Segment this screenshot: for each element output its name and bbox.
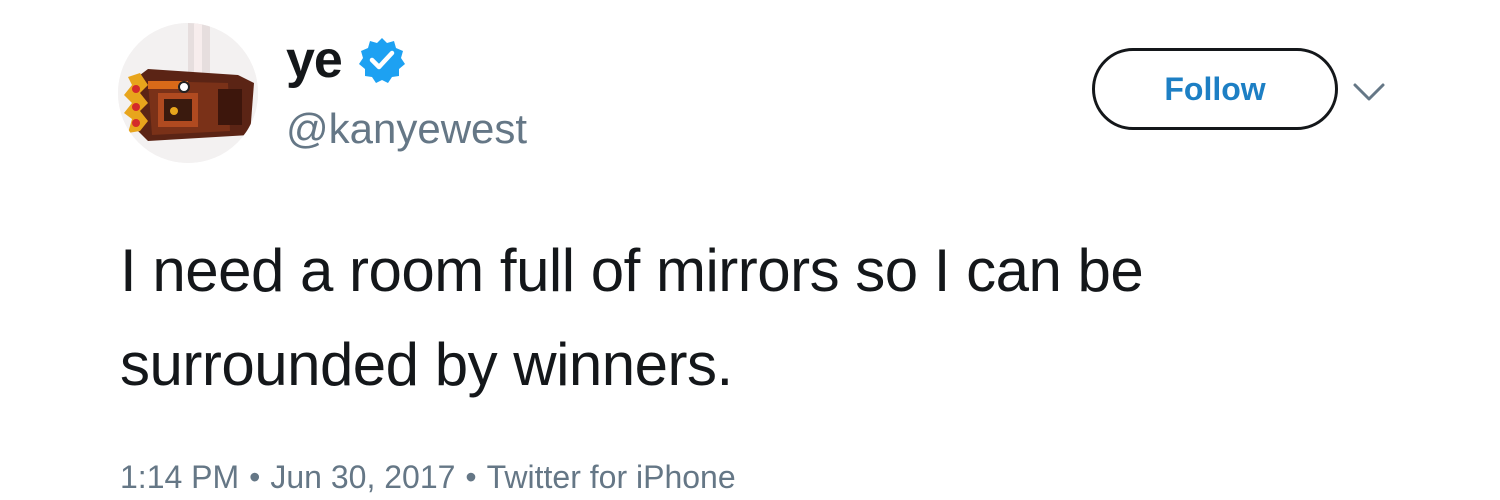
tweet-time[interactable]: 1:14 PM: [120, 459, 239, 495]
verified-badge-icon: [358, 36, 406, 84]
display-name[interactable]: ye: [286, 34, 343, 86]
avatar[interactable]: [118, 23, 258, 163]
tweet-text: I need a room full of mirrors so I can b…: [120, 237, 1144, 398]
chevron-down-icon[interactable]: [1352, 80, 1386, 104]
tweet-date[interactable]: Jun 30, 2017: [270, 459, 455, 495]
display-name-row: ye: [286, 26, 406, 94]
tweet-source[interactable]: Twitter for iPhone: [487, 459, 736, 495]
tweet-meta: 1:14 PM • Jun 30, 2017 • Twitter for iPhone: [120, 458, 736, 496]
follow-button-label: Follow: [1164, 70, 1266, 107]
meta-separator: •: [465, 459, 477, 495]
meta-separator: •: [249, 459, 261, 495]
follow-button[interactable]: Follow: [1092, 48, 1338, 130]
user-handle[interactable]: @kanyewest: [286, 104, 527, 154]
tweet-card: ye @kanyewest Follow I need a room full …: [0, 0, 1500, 500]
avatar-icon: [118, 23, 258, 163]
